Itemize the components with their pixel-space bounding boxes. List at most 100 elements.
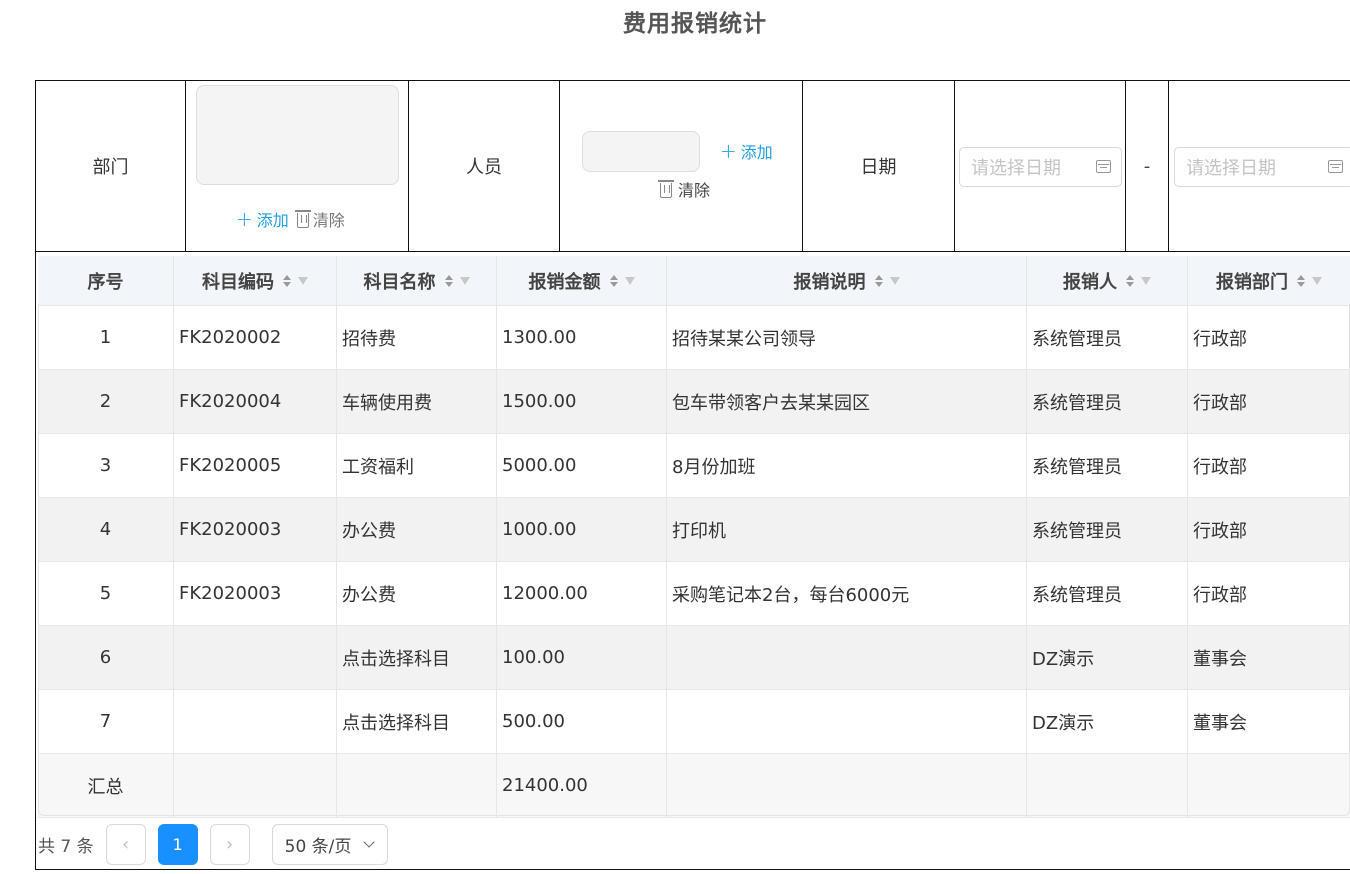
dept-clear-label: 清除 (312, 211, 345, 230)
col-header-label: 科目编码 (202, 271, 274, 293)
date-end-input[interactable]: 请选择日期 (1174, 147, 1350, 187)
sort-icon[interactable] (444, 274, 453, 287)
col-header-label: 科目名称 (363, 271, 436, 293)
cell-description (667, 690, 1027, 753)
summary-cell (174, 754, 337, 817)
page-button-current[interactable]: 1 (157, 824, 198, 865)
cell-department: 董事会 (1193, 648, 1247, 670)
col-header-person[interactable]: 报销人 (1027, 256, 1188, 305)
calendar-icon (1328, 160, 1343, 173)
cell-code (174, 626, 337, 689)
cell-code: FK2020003 (174, 562, 337, 625)
summary-cell (337, 754, 497, 817)
col-header-description[interactable]: 报销说明 (667, 256, 1027, 305)
table-row[interactable]: 3 FK2020005 工资福利 5000.00 8月份加班 系统管理员 行政部 (38, 434, 1350, 498)
cell-code: FK2020002 (174, 306, 337, 369)
cell-index: 6 (38, 626, 174, 689)
sort-icon[interactable] (283, 274, 291, 287)
cell-department: 行政部 (1193, 392, 1247, 414)
cell-index: 1 (38, 306, 174, 369)
cell-department: 行政部 (1193, 456, 1247, 478)
col-header-name[interactable]: 科目名称 (337, 256, 497, 305)
col-header-label: 报销人 (1063, 271, 1117, 293)
table-row[interactable]: 4 FK2020003 办公费 1000.00 打印机 系统管理员 行政部 (38, 498, 1350, 562)
outer-border-bottom (35, 869, 1350, 870)
cell-amount: 12000.00 (497, 562, 667, 625)
table-row[interactable]: 6 点击选择科目 100.00 DZ演示 董事会 (38, 626, 1350, 690)
cell-person: 系统管理员 (1027, 562, 1188, 625)
person-clear-label: 清除 (678, 181, 711, 200)
next-page-button[interactable]: › (209, 824, 250, 865)
calendar-icon (1096, 160, 1111, 173)
cell-index: 7 (38, 690, 174, 753)
table-header: 序号 科目编码 科目名称 报销金额 报销说明 报销人 报销部门 (38, 256, 1350, 306)
pagination-total: 共 7 条 (38, 837, 94, 857)
cell-department: 行政部 (1193, 328, 1247, 350)
col-header-department[interactable]: 报销部门 (1188, 256, 1350, 305)
filter-icon[interactable] (459, 276, 470, 285)
dept-field: + 添加 清除 (186, 81, 409, 251)
filter-icon[interactable] (1312, 276, 1322, 285)
filter-panel: 部门 + 添加 清除 人员 + 添加 清除 日期 请选择日期 - 请选择日期 (35, 80, 1350, 252)
cell-department: 董事会 (1193, 712, 1247, 734)
cell-department: 行政部 (1193, 584, 1247, 606)
cell-description: 招待某某公司领导 (667, 306, 1027, 369)
filter-icon[interactable] (624, 276, 635, 285)
date-end-cell: 请选择日期 (1169, 81, 1350, 251)
date-end-placeholder: 请选择日期 (1186, 158, 1276, 179)
filter-icon[interactable] (889, 276, 900, 285)
dept-clear-button[interactable]: 清除 (294, 207, 345, 231)
cell-code: FK2020005 (174, 434, 337, 497)
date-start-input[interactable]: 请选择日期 (959, 147, 1122, 187)
prev-page-button[interactable]: ‹ (105, 824, 146, 865)
cell-person: 系统管理员 (1027, 306, 1188, 369)
filter-icon[interactable] (298, 276, 308, 285)
cell-description: 打印机 (667, 498, 1027, 561)
dept-add-button[interactable]: + 添加 (236, 207, 289, 231)
col-header-label: 报销金额 (528, 271, 601, 293)
cell-description: 包车带领客户去某某园区 (667, 370, 1027, 433)
table-row[interactable]: 7 点击选择科目 500.00 DZ演示 董事会 (38, 690, 1350, 754)
page-size-select[interactable]: 50 条/页 (271, 824, 388, 865)
sort-icon[interactable] (609, 274, 618, 287)
col-header-label: 报销部门 (1216, 271, 1288, 293)
col-header-code[interactable]: 科目编码 (174, 256, 337, 305)
trash-icon (658, 180, 674, 198)
cell-amount: 1000.00 (497, 498, 667, 561)
cell-person: DZ演示 (1027, 690, 1188, 753)
cell-name: 办公费 (337, 562, 497, 625)
person-selection-box[interactable] (582, 131, 700, 172)
sort-icon[interactable] (1126, 274, 1134, 287)
person-add-button[interactable]: + 添加 (720, 139, 773, 163)
table-row[interactable]: 2 FK2020004 车辆使用费 1500.00 包车带领客户去某某园区 系统… (38, 370, 1350, 434)
cell-description: 采购笔记本2台，每台6000元 (667, 562, 1027, 625)
col-header-label: 报销说明 (793, 271, 866, 293)
summary-cell (1027, 754, 1188, 817)
sort-icon[interactable] (874, 274, 883, 287)
cell-name[interactable]: 点击选择科目 (337, 690, 497, 753)
expense-table: 序号 科目编码 科目名称 报销金额 报销说明 报销人 报销部门 1 FK2020… (38, 256, 1350, 818)
date-start-placeholder: 请选择日期 (971, 158, 1061, 179)
cell-amount: 5000.00 (497, 434, 667, 497)
date-label: 日期 (803, 81, 955, 251)
trash-icon (294, 210, 311, 228)
summary-row: 汇总 21400.00 (38, 754, 1350, 818)
person-add-label: 添加 (740, 143, 773, 162)
cell-person: 系统管理员 (1027, 434, 1188, 497)
chevron-left-icon: ‹ (122, 834, 130, 855)
cell-name: 工资福利 (337, 434, 497, 497)
dept-selection-box[interactable] (196, 85, 399, 185)
cell-code: FK2020003 (174, 498, 337, 561)
col-header-label: 序号 (87, 271, 124, 293)
cell-person: 系统管理员 (1027, 498, 1188, 561)
table-row[interactable]: 1 FK2020002 招待费 1300.00 招待某某公司领导 系统管理员 行… (38, 306, 1350, 370)
sort-icon[interactable] (1297, 274, 1305, 287)
page-title: 费用报销统计 (623, 11, 767, 37)
person-clear-button[interactable]: 清除 (658, 177, 711, 201)
cell-index: 3 (38, 434, 174, 497)
table-row[interactable]: 5 FK2020003 办公费 12000.00 采购笔记本2台，每台6000元… (38, 562, 1350, 626)
col-header-amount[interactable]: 报销金额 (497, 256, 667, 305)
summary-cell (667, 754, 1027, 817)
cell-name[interactable]: 点击选择科目 (337, 626, 497, 689)
filter-icon[interactable] (1141, 276, 1151, 285)
